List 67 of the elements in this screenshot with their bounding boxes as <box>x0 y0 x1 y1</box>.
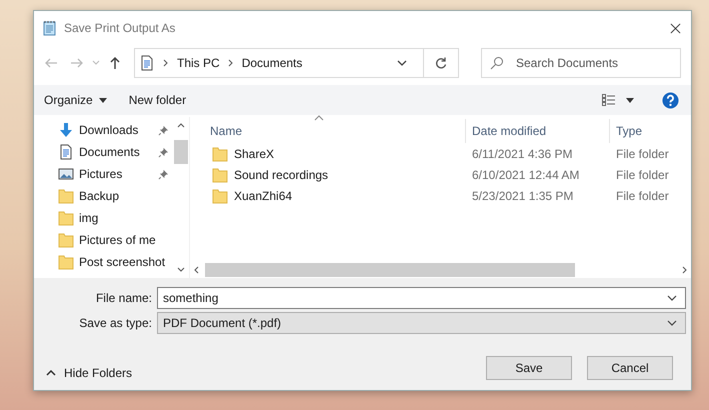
help-icon[interactable] <box>662 92 679 108</box>
date-cell-text: 6/11/2021 4:36 PM <box>471 146 574 160</box>
sidebar-item[interactable]: Backup <box>34 185 173 207</box>
document-icon <box>139 55 155 71</box>
cancel-button[interactable]: Cancel <box>587 356 673 380</box>
folder-icon <box>58 210 74 226</box>
scroll-down-icon[interactable] <box>177 267 185 272</box>
caret-icon <box>98 98 107 102</box>
folder-icon <box>58 232 74 248</box>
chevron-up-icon <box>46 370 56 376</box>
search-field[interactable]: Search Documents <box>514 55 668 71</box>
picture-icon <box>58 166 74 182</box>
type-cell-text: File folder <box>615 168 670 182</box>
folder-icon <box>58 254 74 270</box>
sidebar-item[interactable]: Post screenshot <box>34 251 173 273</box>
chevron-right-icon <box>228 59 234 67</box>
save-as-type-label: Save as type: <box>78 316 153 330</box>
sidebar-item[interactable]: Pictures of me <box>34 229 173 251</box>
sidebar-item[interactable]: Pictures <box>34 163 173 185</box>
pin-icon[interactable] <box>158 124 169 136</box>
folder-icon <box>58 188 74 204</box>
column-header[interactable]: Name <box>190 119 466 143</box>
download-arrow-icon <box>58 122 74 138</box>
breadcrumb[interactable]: This PC <box>177 56 220 70</box>
dropdown-icon <box>667 320 677 326</box>
hide-folders-button[interactable]: Hide Folders <box>46 366 132 380</box>
date-cell-text: 5/23/2021 1:35 PM <box>471 188 574 202</box>
dropdown-icon[interactable] <box>667 294 677 300</box>
window-title: Save Print Output As <box>64 21 176 35</box>
pin-icon[interactable] <box>158 168 169 180</box>
folder-icon <box>212 188 228 204</box>
search-box[interactable]: Search Documents <box>481 48 681 78</box>
file-name-label: File name: <box>94 290 153 304</box>
scroll-up-icon[interactable] <box>177 123 185 128</box>
view-options-icon[interactable] <box>602 94 636 106</box>
column-header[interactable]: Type <box>610 119 691 143</box>
pin-icon[interactable] <box>158 146 169 158</box>
folder-icon <box>212 146 228 162</box>
type-cell-text: File folder <box>615 146 670 160</box>
column-header[interactable]: Date modified <box>466 119 610 143</box>
close-icon[interactable] <box>670 22 681 34</box>
dropdown-icon[interactable] <box>397 60 407 66</box>
organize-button[interactable]: Organize <box>42 91 109 109</box>
sidebar-item[interactable]: img <box>34 207 173 229</box>
type-cell-text: File folder <box>615 188 670 202</box>
refresh-icon[interactable] <box>434 56 448 70</box>
address-bar[interactable]: This PC Documents <box>134 48 459 78</box>
scroll-left-icon[interactable] <box>194 266 199 274</box>
scroll-right-icon[interactable] <box>682 266 687 274</box>
notepad-icon <box>42 20 58 36</box>
save-button[interactable]: Save <box>486 356 572 380</box>
date-cell-text: 6/10/2021 12:44 AM <box>471 168 580 182</box>
sidebar-item[interactable]: Documents <box>34 141 173 163</box>
sidebar-item[interactable]: Downloads <box>34 119 173 141</box>
save-as-type-dropdown[interactable]: PDF Document (*.pdf) <box>157 312 686 334</box>
file-name[interactable]: Sound recordings <box>234 168 328 182</box>
file-name[interactable]: ShareX <box>234 146 274 160</box>
new-folder-button[interactable]: New folder <box>126 91 188 109</box>
folder-icon <box>212 166 228 182</box>
scroll-thumb[interactable] <box>205 263 575 277</box>
document-icon <box>58 144 74 160</box>
search-icon <box>490 56 504 70</box>
breadcrumb[interactable]: Documents <box>242 56 302 70</box>
up-arrow-icon[interactable] <box>108 56 122 70</box>
scroll-thumb[interactable] <box>174 140 188 164</box>
chevron-right-icon <box>163 59 169 67</box>
file-name[interactable]: XuanZhi64 <box>234 188 292 202</box>
